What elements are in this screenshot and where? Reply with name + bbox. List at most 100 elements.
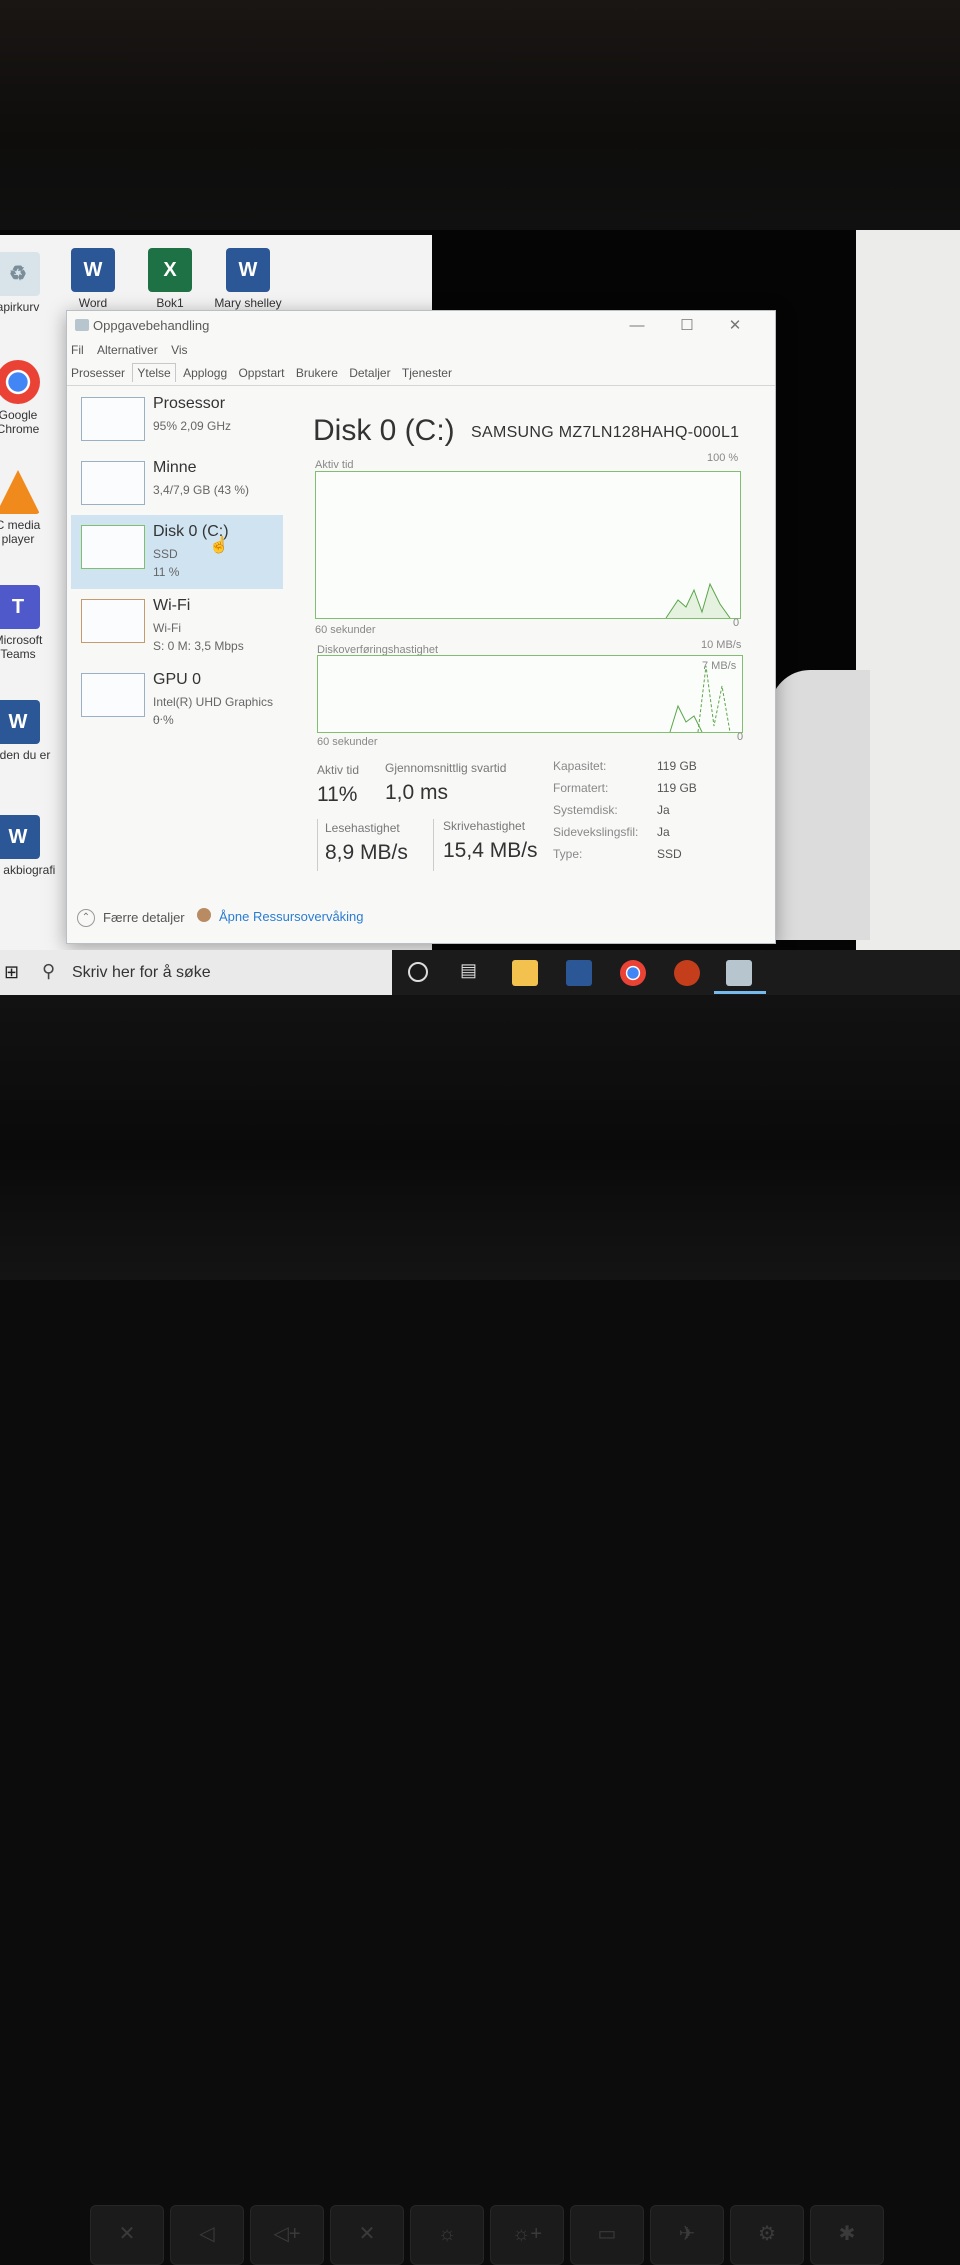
response-time-value: 1,0 ms xyxy=(385,781,449,804)
system-disk-label: Systemdisk: xyxy=(553,803,618,817)
desktop-icon-teams[interactable]: T Microsoft Teams xyxy=(0,585,58,661)
tab-prosesser[interactable]: Prosesser xyxy=(67,364,129,382)
divider xyxy=(433,819,434,871)
cpu-thumbnail-graph xyxy=(81,397,145,441)
excel-icon: X xyxy=(148,248,192,292)
tab-brukere[interactable]: Brukere xyxy=(292,364,342,382)
file-explorer-icon[interactable] xyxy=(512,960,538,986)
memory-thumbnail-graph xyxy=(81,461,145,505)
word-doc-icon: W xyxy=(0,700,40,744)
graph2-min: 0 xyxy=(737,731,744,743)
graph1-label: Aktiv tid xyxy=(315,459,354,471)
menu-bar: Fil Alternativer Vis xyxy=(67,343,194,361)
task-manager-window: Oppgavebehandling — ☐ ✕ Fil Alternativer… xyxy=(66,310,776,944)
divider xyxy=(317,819,318,871)
tab-bar: Prosesser Ytelse Applogg Oppstart Bruker… xyxy=(67,363,775,386)
graph2-time: 60 sekunder xyxy=(317,736,378,748)
desktop-icon-chrome[interactable]: Google Chrome xyxy=(0,360,58,436)
mouse-cursor-icon: ☝ xyxy=(209,537,229,554)
read-speed-value: 8,9 MB/s xyxy=(325,841,408,864)
powerpoint-taskbar-icon[interactable] xyxy=(674,960,700,986)
performance-sidebar: Prosessor 95% 2,09 GHz Minne 3,4/7,9 GB … xyxy=(67,387,289,807)
chrome-taskbar-icon[interactable] xyxy=(620,960,646,986)
mute-key: ✕ xyxy=(90,2205,164,2265)
active-time-value: 11% xyxy=(317,783,358,806)
word-doc-icon: W xyxy=(0,815,40,859)
menu-alternativer[interactable]: Alternativer xyxy=(97,343,158,357)
menu-fil[interactable]: Fil xyxy=(71,343,84,357)
tab-oppstart[interactable]: Oppstart xyxy=(234,364,288,382)
word-icon: W xyxy=(71,248,115,292)
active-time-graph xyxy=(315,471,741,619)
sidebar-item-prosessor[interactable]: Prosessor 95% 2,09 GHz xyxy=(71,387,283,461)
system-disk-value: Ja xyxy=(657,803,670,817)
formatted-label: Formatert: xyxy=(553,781,609,795)
vlc-icon xyxy=(0,470,40,514)
desktop-icon-word[interactable]: W Word xyxy=(53,248,133,310)
bluetooth-key: ✱ xyxy=(810,2205,884,2265)
sidebar-item-minne[interactable]: Minne 3,4/7,9 GB (43 %) xyxy=(71,451,283,525)
sidebar-item-gpu-0[interactable]: GPU 0 Intel(R) UHD Graphics ... 0 % xyxy=(71,663,283,737)
tab-ytelse[interactable]: Ytelse xyxy=(132,363,176,382)
word-doc-icon: W xyxy=(226,248,270,292)
graph2-mid: 7 MB/s xyxy=(702,660,737,672)
sidebar-item-wifi[interactable]: Wi-Fi Wi-Fi S: 0 M: 3,5 Mbps xyxy=(71,589,283,663)
capacity-label: Kapasitet: xyxy=(553,759,607,773)
chevron-up-icon[interactable]: ⌃ xyxy=(77,909,95,927)
task-manager-taskbar-icon[interactable] xyxy=(726,960,752,986)
window-title: Oppgavebehandling xyxy=(93,318,210,333)
disk-model: SAMSUNG MZ7LN128HAHQ-000L1 xyxy=(471,424,740,441)
task-view-icon[interactable]: ▤ xyxy=(460,960,477,981)
resource-monitor-icon xyxy=(197,908,211,922)
task-manager-icon xyxy=(75,319,89,331)
desktop-icon-bok1[interactable]: X Bok1 xyxy=(130,248,210,310)
gpu-thumbnail-graph xyxy=(81,673,145,717)
graph2-max: 10 MB/s xyxy=(701,639,742,651)
close-button[interactable]: ✕ xyxy=(715,315,755,337)
mic-mute-key: ✕ xyxy=(330,2205,404,2265)
recycle-bin-icon: ♻ xyxy=(0,252,40,296)
word-taskbar-icon[interactable] xyxy=(566,960,592,986)
wallpaper-figure xyxy=(770,670,870,940)
tab-applogg[interactable]: Applogg xyxy=(179,364,231,382)
window-footer: ⌃ Færre detaljer Åpne Ressursovervåking xyxy=(67,903,775,933)
desktop-icon-doc-min-akbiografi[interactable]: W Min akbiografi xyxy=(0,815,58,877)
desktop-icon-vlc[interactable]: C media player xyxy=(0,470,58,546)
teams-icon: T xyxy=(0,585,40,629)
desktop-icon-recycle-bin[interactable]: ♻ apirkurv xyxy=(0,252,58,314)
write-speed-value: 15,4 MB/s xyxy=(443,839,538,862)
title-bar[interactable]: Oppgavebehandling — ☐ ✕ xyxy=(67,311,775,341)
tab-tjenester[interactable]: Tjenester xyxy=(398,364,456,382)
wifi-thumbnail-graph xyxy=(81,599,145,643)
wireless-key: ✈ xyxy=(650,2205,724,2265)
sidebar-item-disk-0[interactable]: Disk 0 (C:) SSD 11 % ☝ xyxy=(71,515,283,589)
cortana-icon[interactable] xyxy=(408,962,428,982)
desktop-icon-mary-shelley[interactable]: W Mary shelley xyxy=(208,248,288,310)
search-icon: ⚲ xyxy=(42,961,56,981)
transfer-rate-graph: 7 MB/s xyxy=(317,655,743,733)
taskbar-search-box[interactable]: ⊞ ⚲ Skriv her for å søke xyxy=(0,950,392,995)
volume-up-key: ◁+ xyxy=(250,2205,324,2265)
active-time-label: Aktiv tid xyxy=(317,763,360,777)
display-key: ▭ xyxy=(570,2205,644,2265)
write-speed-label: Skrivehastighet xyxy=(443,819,526,833)
open-resource-monitor-link[interactable]: Åpne Ressursovervåking xyxy=(219,909,364,924)
tab-detaljer[interactable]: Detaljer xyxy=(345,364,394,382)
capacity-value: 119 GB xyxy=(657,759,697,773)
brightness-up-key: ☼+ xyxy=(490,2205,564,2265)
wallpaper xyxy=(856,230,960,950)
graph1-min: 0 xyxy=(733,617,740,629)
desktop-icon-doc-er-den-du-er[interactable]: W er den du er xyxy=(0,700,58,762)
windows-start-icon[interactable]: ⊞ xyxy=(4,962,19,983)
fewer-details-link[interactable]: Færre detaljer xyxy=(103,910,185,925)
laptop-bezel-top xyxy=(0,0,960,230)
volume-down-key: ◁ xyxy=(170,2205,244,2265)
active-app-indicator xyxy=(714,991,766,994)
disk-thumbnail-graph xyxy=(81,525,145,569)
minimize-button[interactable]: — xyxy=(617,315,657,337)
maximize-button[interactable]: ☐ xyxy=(667,315,707,337)
laptop-keyboard-area: ✕ ◁ ◁+ ✕ ☼ ☼+ ▭ ✈ ⚙ ✱ xyxy=(0,995,960,2265)
read-speed-label: Lesehastighet xyxy=(325,821,400,835)
screen: ♻ apirkurv W Word X Bok1 W Mary shelley … xyxy=(0,230,960,995)
menu-vis[interactable]: Vis xyxy=(171,343,187,357)
